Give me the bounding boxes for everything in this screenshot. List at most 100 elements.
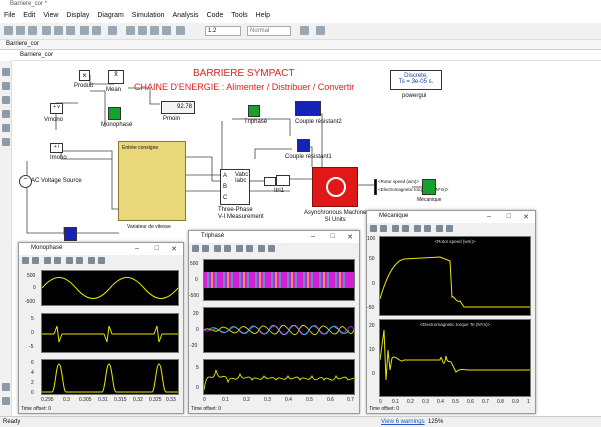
- up-icon[interactable]: [66, 26, 75, 35]
- config-icon[interactable]: [108, 26, 117, 35]
- run-icon[interactable]: [380, 225, 387, 232]
- maximize-icon[interactable]: □: [507, 213, 511, 220]
- menu-analysis[interactable]: Analysis: [172, 12, 198, 23]
- plot-axes-torque[interactable]: <Electromagnetic torque Te (N*m)>: [379, 319, 531, 397]
- powergui-block[interactable]: Discrete, Ts = 3e-05 s.: [390, 70, 442, 90]
- settings-icon[interactable]: [370, 225, 377, 232]
- back-icon[interactable]: [42, 26, 51, 35]
- mean-block[interactable]: x̄: [108, 70, 124, 84]
- couple-resistant1-block[interactable]: [297, 139, 310, 152]
- maximize-icon[interactable]: □: [155, 245, 159, 252]
- variateur-block[interactable]: Entrée consigne: [118, 141, 186, 221]
- run-icon[interactable]: [138, 26, 147, 35]
- menu-help[interactable]: Help: [256, 12, 270, 23]
- lock-icon[interactable]: [88, 257, 95, 264]
- bus-selector-block[interactable]: [374, 179, 377, 195]
- y-tick: 0: [33, 285, 36, 291]
- pan-icon[interactable]: [54, 257, 61, 264]
- menu-code[interactable]: Code: [207, 12, 224, 23]
- fit-view-icon[interactable]: [2, 82, 10, 90]
- menu-edit[interactable]: Edit: [23, 12, 35, 23]
- menu-diagram[interactable]: Diagram: [97, 12, 123, 23]
- run-icon[interactable]: [202, 245, 209, 252]
- plot-axes-3[interactable]: [41, 359, 179, 395]
- settings-icon[interactable]: [22, 257, 29, 264]
- minimize-icon[interactable]: –: [311, 233, 315, 240]
- forward-icon[interactable]: [54, 26, 63, 35]
- menu-file[interactable]: File: [4, 12, 15, 23]
- step-back-icon[interactable]: [126, 26, 135, 35]
- zoom-icon[interactable]: [44, 257, 51, 264]
- mecanique-scope-block[interactable]: [422, 179, 436, 195]
- debug-icon[interactable]: [316, 26, 325, 35]
- arrow-icon[interactable]: [2, 96, 10, 104]
- expand-icon[interactable]: [2, 383, 10, 391]
- maximize-icon[interactable]: □: [331, 233, 335, 240]
- pan-icon[interactable]: [224, 245, 231, 252]
- lock-icon[interactable]: [258, 245, 265, 252]
- print-icon[interactable]: [98, 257, 105, 264]
- step-forward-icon[interactable]: [150, 26, 159, 35]
- plot-axes-1[interactable]: [41, 270, 179, 306]
- step-input-block[interactable]: [64, 227, 77, 241]
- minimize-icon[interactable]: –: [135, 245, 139, 252]
- plot-axes-2[interactable]: [203, 307, 355, 353]
- imono-meas-block[interactable]: + i: [50, 143, 63, 153]
- couple-resistant2-block[interactable]: [295, 101, 321, 116]
- plot-axes-2[interactable]: [41, 313, 179, 353]
- area-icon[interactable]: [2, 138, 10, 146]
- model-subtitle: CHAINE D'ENERGIE : Alimenter / Distribue…: [134, 82, 355, 92]
- menu-simulation[interactable]: Simulation: [132, 12, 165, 23]
- selector-block[interactable]: [264, 177, 276, 186]
- pan-icon[interactable]: [402, 225, 409, 232]
- autoscale-icon[interactable]: [414, 225, 421, 232]
- close-icon[interactable]: ✕: [347, 233, 353, 241]
- autoscale-icon[interactable]: [236, 245, 243, 252]
- menu-view[interactable]: View: [43, 12, 58, 23]
- cursor-icon[interactable]: [424, 225, 431, 232]
- close-icon[interactable]: ✕: [523, 213, 529, 221]
- new-model-icon[interactable]: [4, 26, 13, 35]
- plot-axes-rotor-speed[interactable]: <Rotor speed (wm)>: [379, 236, 531, 316]
- vi-measurement-block[interactable]: A B C Vabc Iabc: [220, 169, 250, 205]
- sim-mode-select[interactable]: Normal: [247, 26, 291, 36]
- tab-model[interactable]: Barriere_cor: [6, 41, 39, 47]
- lock-icon[interactable]: [436, 225, 443, 232]
- plot-axes-3[interactable]: [203, 359, 355, 395]
- stop-time-field[interactable]: 1.2: [205, 26, 241, 36]
- cursor-icon[interactable]: [76, 257, 83, 264]
- collapse-icon[interactable]: [2, 397, 10, 405]
- display-block[interactable]: 92.78: [161, 101, 195, 114]
- triphase-scope-block[interactable]: [248, 105, 260, 117]
- menu-tools[interactable]: Tools: [231, 12, 247, 23]
- stop-icon[interactable]: [162, 26, 171, 35]
- vmono-meas-block[interactable]: + v: [50, 103, 63, 114]
- record-icon[interactable]: [176, 26, 185, 35]
- settings-icon[interactable]: [192, 245, 199, 252]
- itri1-gain-block[interactable]: [276, 175, 290, 186]
- plot-axes-1[interactable]: [203, 259, 355, 301]
- asynchronous-machine-block[interactable]: [312, 167, 358, 207]
- fast-restart-icon[interactable]: [300, 26, 309, 35]
- annotation-icon[interactable]: [2, 110, 10, 118]
- autoscale-icon[interactable]: [66, 257, 73, 264]
- warnings-link[interactable]: View 6 warnings: [381, 419, 425, 425]
- menu-display[interactable]: Display: [66, 12, 89, 23]
- run-icon[interactable]: [32, 257, 39, 264]
- product-block[interactable]: ×: [79, 70, 90, 81]
- image-icon[interactable]: [2, 124, 10, 132]
- save-icon[interactable]: [28, 26, 37, 35]
- print-icon[interactable]: [446, 225, 453, 232]
- monophase-scope-block[interactable]: [108, 107, 121, 120]
- open-icon[interactable]: [16, 26, 25, 35]
- zoom-icon[interactable]: [214, 245, 221, 252]
- print-icon[interactable]: [268, 245, 275, 252]
- cursor-icon[interactable]: [246, 245, 253, 252]
- minimize-icon[interactable]: –: [487, 213, 491, 220]
- zoom-icon[interactable]: [392, 225, 399, 232]
- close-icon[interactable]: ✕: [171, 245, 177, 253]
- breadcrumb-model[interactable]: Barriere_cor: [20, 52, 53, 58]
- model-settings-icon[interactable]: [92, 26, 101, 35]
- zoom-icon[interactable]: [2, 68, 10, 76]
- library-browser-icon[interactable]: [80, 26, 89, 35]
